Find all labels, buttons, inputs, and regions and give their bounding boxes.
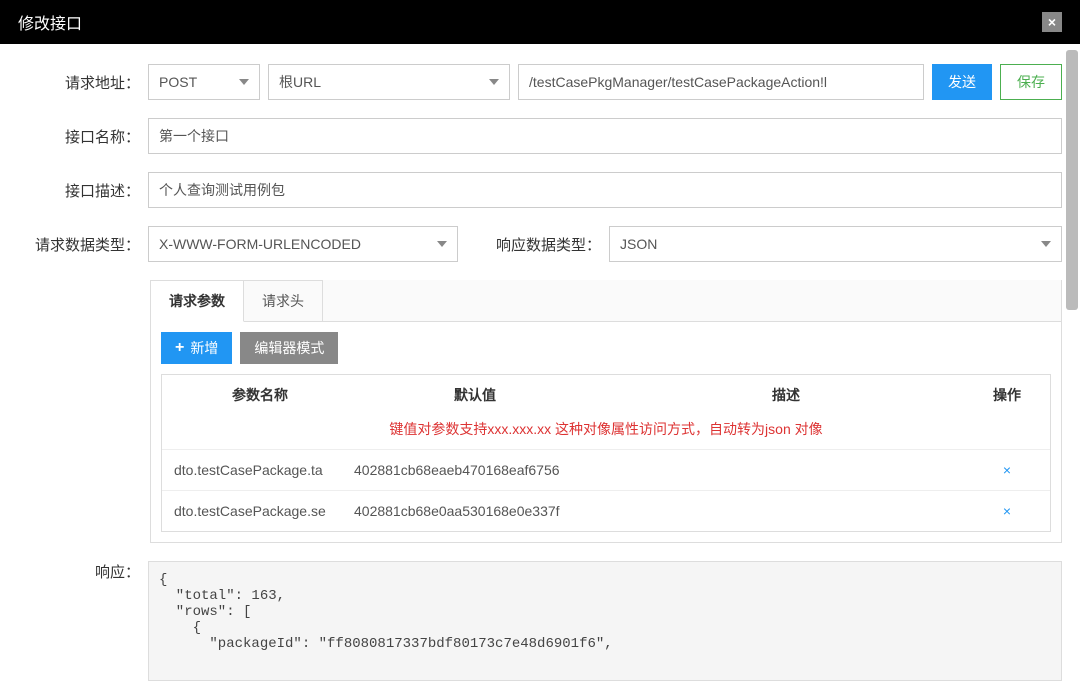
resp-data-type-value: JSON: [620, 236, 657, 252]
send-button[interactable]: 发送: [932, 64, 992, 100]
col-name: 参数名称: [170, 385, 350, 405]
scrollbar-thumb[interactable]: [1066, 50, 1078, 310]
req-data-type-value: X-WWW-FORM-URLENCODED: [159, 236, 361, 252]
response-body[interactable]: { "total": 163, "rows": [ { "packageId":…: [148, 561, 1062, 681]
param-table-header: 参数名称 默认值 描述 操作: [162, 375, 1050, 415]
method-select[interactable]: POST: [148, 64, 260, 100]
data-type-row: 请求数据类型： X-WWW-FORM-URLENCODED 响应数据类型： JS…: [18, 226, 1062, 262]
response-row: 响应： { "total": 163, "rows": [ { "package…: [18, 561, 1062, 681]
vertical-scrollbar[interactable]: [1066, 50, 1078, 676]
param-name[interactable]: dto.testCasePackage.ta: [170, 462, 350, 478]
param-default[interactable]: 402881cb68e0aa530168e0e337f: [350, 503, 600, 519]
param-table: 参数名称 默认值 描述 操作 键值对参数支持xxx.xxx.xx 这种对像属性访…: [161, 374, 1051, 532]
resp-data-type-label: 响应数据类型：: [484, 234, 601, 255]
api-desc-input[interactable]: [148, 172, 1062, 208]
param-row: dto.testCasePackage.se 402881cb68e0aa530…: [162, 490, 1050, 531]
param-row: dto.testCasePackage.ta 402881cb68eaeb470…: [162, 449, 1050, 490]
col-op: 操作: [972, 385, 1042, 405]
delete-icon[interactable]: ×: [972, 503, 1042, 519]
chevron-down-icon: [489, 79, 499, 85]
request-url-row: 请求地址： POST 根URL 发送 保存: [18, 64, 1062, 100]
save-button[interactable]: 保存: [1000, 64, 1062, 100]
api-desc-label: 接口描述：: [18, 180, 140, 201]
param-name[interactable]: dto.testCasePackage.se: [170, 503, 350, 519]
modal-title: 修改接口: [18, 10, 82, 34]
params-toolbar: + 新增 编辑器模式: [161, 332, 1051, 364]
params-tabs: 请求参数 请求头 + 新增 编辑器模式 参数名称 默认值 描述 操作 键值对参数…: [150, 280, 1062, 543]
chevron-down-icon: [437, 241, 447, 247]
tab-request-params[interactable]: 请求参数: [151, 280, 244, 322]
method-value: POST: [159, 74, 197, 90]
delete-icon[interactable]: ×: [972, 462, 1042, 478]
param-default[interactable]: 402881cb68eaeb470168eaf6756: [350, 462, 600, 478]
tab-content: + 新增 编辑器模式 参数名称 默认值 描述 操作 键值对参数支持xxx.xxx…: [151, 322, 1061, 542]
col-desc: 描述: [600, 385, 972, 405]
path-input[interactable]: [518, 64, 924, 100]
tabs-nav: 请求参数 请求头: [151, 280, 1061, 322]
modal-header: 修改接口 ×: [0, 0, 1080, 44]
root-url-select[interactable]: 根URL: [268, 64, 510, 100]
add-label: 新增: [190, 338, 218, 358]
response-label: 响应：: [18, 561, 140, 681]
root-url-value: 根URL: [279, 72, 321, 92]
form-body: 请求地址： POST 根URL 发送 保存 接口名称： 接口描述： 请求数据类型…: [0, 44, 1080, 681]
api-desc-row: 接口描述：: [18, 172, 1062, 208]
chevron-down-icon: [1041, 241, 1051, 247]
editor-mode-button[interactable]: 编辑器模式: [240, 332, 338, 364]
api-name-row: 接口名称：: [18, 118, 1062, 154]
request-url-label: 请求地址：: [18, 72, 140, 93]
req-data-type-select[interactable]: X-WWW-FORM-URLENCODED: [148, 226, 458, 262]
param-hint: 键值对参数支持xxx.xxx.xx 这种对像属性访问方式，自动转为json 对像: [162, 415, 1050, 449]
req-data-type-label: 请求数据类型：: [18, 234, 140, 255]
add-param-button[interactable]: + 新增: [161, 332, 232, 364]
col-default: 默认值: [350, 385, 600, 405]
api-name-label: 接口名称：: [18, 126, 140, 147]
api-name-input[interactable]: [148, 118, 1062, 154]
close-icon[interactable]: ×: [1042, 12, 1062, 32]
plus-icon: +: [175, 339, 184, 357]
tab-request-headers[interactable]: 请求头: [244, 280, 323, 321]
resp-data-type-select[interactable]: JSON: [609, 226, 1062, 262]
chevron-down-icon: [239, 79, 249, 85]
